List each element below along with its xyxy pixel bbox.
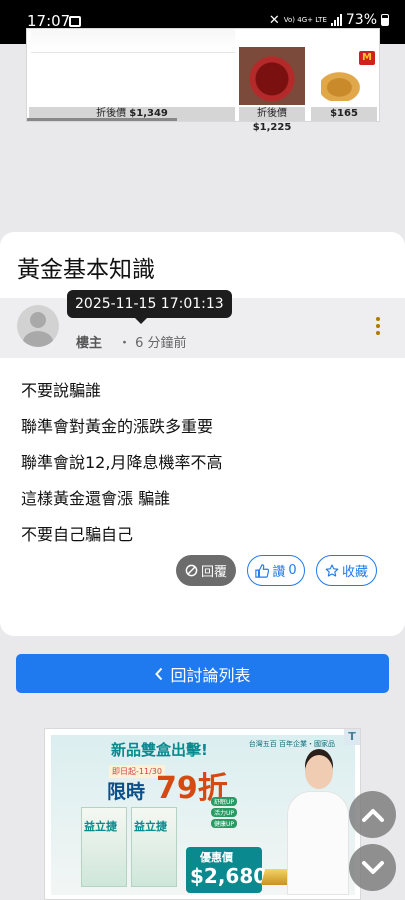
favorite-button[interactable]: 收藏: [316, 555, 377, 586]
mute-icon: ✕: [268, 12, 280, 28]
chevron-left-icon: [155, 667, 163, 680]
ad-product-image[interactable]: [31, 29, 235, 53]
price-tag[interactable]: 折後價 $1,225: [239, 107, 305, 133]
favorite-label: 收藏: [341, 565, 368, 580]
ad-offer: 優惠價 $2,680: [186, 847, 267, 893]
avatar-body: [23, 331, 53, 347]
bottom-ad-banner[interactable]: 台灣五百 百年企業・國家品 新品雙盒出擊! 即日起-11/30 限時 79折 舒…: [44, 728, 361, 900]
block-icon: [185, 564, 198, 577]
more-options-icon[interactable]: [374, 317, 382, 335]
battery-percent: 73%: [345, 12, 377, 28]
post-line: 這樣黃金還會漲 騙誰: [21, 489, 171, 508]
chevron-down-icon: [361, 860, 384, 874]
price-tag[interactable]: $165: [311, 107, 377, 121]
ad-tag: 健康UP: [211, 819, 238, 828]
post-line: 聯準會說12,月降息機率不高: [21, 453, 223, 472]
post-line: 不要說騙誰: [21, 381, 102, 400]
ad-scrollbar[interactable]: [27, 118, 177, 121]
thumbs-up-icon: [255, 563, 270, 578]
ad-tag: 舒眠UP: [211, 797, 238, 806]
star-icon: [325, 563, 339, 577]
author-name[interactable]: 樓主: [76, 332, 102, 351]
back-to-list-label: 回討論列表: [170, 665, 251, 685]
ad-limit: 限時: [107, 781, 146, 803]
post-line: 聯準會對黃金的漲跌多重要: [21, 417, 214, 436]
post-actions: 回覆 讚 0 收藏: [176, 555, 377, 586]
like-count: 0: [288, 563, 297, 578]
post-relative-time[interactable]: ・ 6 分鐘前: [118, 332, 187, 351]
back-to-list-button[interactable]: 回討論列表: [16, 654, 389, 693]
network-indicator: Vo) 4G+ LTE: [283, 16, 327, 24]
scroll-top-button[interactable]: [349, 791, 396, 838]
signal-icon: [330, 14, 342, 26]
reply-label: 回覆: [200, 565, 227, 580]
post-card: 黃金基本知識 樓主 ・ 6 分鐘前 2025-11-15 17:01:13 不要…: [0, 232, 405, 636]
chevron-up-icon: [361, 808, 384, 822]
datetime-tooltip: 2025-11-15 17:01:13: [67, 290, 232, 324]
meal-product-image[interactable]: M: [311, 47, 377, 105]
bracelet-product-image[interactable]: [239, 47, 305, 105]
avatar[interactable]: [17, 305, 59, 347]
like-button[interactable]: 讚 0: [247, 555, 305, 586]
mcdonalds-logo-icon: M: [359, 51, 375, 65]
ad-badge[interactable]: T: [344, 729, 360, 745]
post-body: 不要說騙誰 聯準會對黃金的漲跌多重要 聯準會說12,月降息機率不高 這樣黃金還會…: [21, 373, 222, 553]
food-image: [321, 67, 367, 101]
author-row: 樓主 ・ 6 分鐘前 2025-11-15 17:01:13: [0, 290, 405, 358]
spokesperson-image: [287, 755, 349, 895]
offer-value: $2,680: [190, 864, 268, 888]
status-right: ✕ Vo) 4G+ LTE 73%: [269, 12, 389, 28]
ad-tags: 舒眠UP 活力UP 健康UP: [211, 797, 238, 828]
gallery-notification-icon: [69, 16, 81, 27]
battery-icon: [381, 14, 389, 26]
offer-label: 優惠價: [200, 851, 233, 864]
top-ad-banner[interactable]: M 折後價 $1,349 折後價 $1,225 $165: [26, 28, 380, 133]
product-box: 益立捷: [81, 807, 127, 887]
scroll-bottom-button[interactable]: [349, 844, 396, 891]
avatar-head: [30, 312, 46, 328]
ad-banner-image[interactable]: 台灣五百 百年企業・國家品 新品雙盒出擊! 即日起-11/30 限時 79折 舒…: [51, 735, 355, 895]
like-label: 讚: [272, 565, 286, 580]
product-box: 益立捷: [131, 807, 177, 887]
post-line: 不要自己騙自己: [21, 525, 134, 544]
ad-headline: 新品雙盒出擊!: [111, 741, 208, 759]
ad-brand: 台灣五百 百年企業・國家品: [248, 740, 335, 748]
reply-button[interactable]: 回覆: [176, 555, 236, 586]
ad-tag: 活力UP: [211, 808, 238, 817]
post-title: 黃金基本知識: [17, 257, 155, 283]
